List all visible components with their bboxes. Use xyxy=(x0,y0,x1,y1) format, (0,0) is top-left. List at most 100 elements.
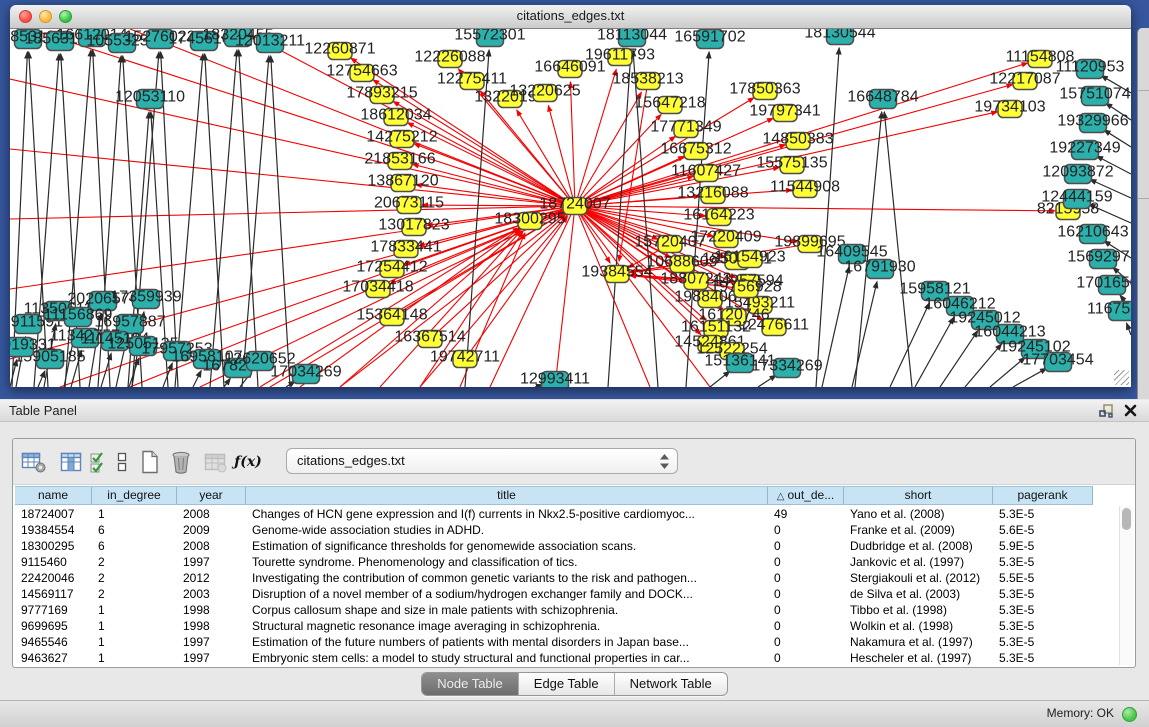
graph-node[interactable]: 15572301 xyxy=(454,29,525,47)
graph-node[interactable]: 19611793 xyxy=(585,47,655,66)
select-attributes-icon[interactable] xyxy=(86,447,112,477)
graph-node[interactable]: 13017823 xyxy=(378,217,449,236)
graph-node[interactable]: 19227349 xyxy=(1049,140,1120,160)
cell-title: Embryonic stem cells: a model to study s… xyxy=(246,650,768,666)
graph-node[interactable]: 12260871 xyxy=(304,41,375,60)
graph-node[interactable]: 11675310 xyxy=(1087,301,1131,321)
graph-node[interactable]: 17850363 xyxy=(729,81,800,100)
minimize-window-button[interactable] xyxy=(39,10,52,23)
tab-edge-table[interactable]: Edge Table xyxy=(519,673,615,695)
network-window[interactable]: citations_edges.txt 18724007122608711275… xyxy=(10,5,1131,387)
graph-node[interactable]: 15364148 xyxy=(356,307,427,326)
graph-node[interactable]: 16591702 xyxy=(674,29,745,49)
graph-node[interactable]: 13216088 xyxy=(677,185,748,204)
graph-node[interactable]: 12275411 xyxy=(437,71,507,90)
table-row[interactable]: 969969511998Structural magnetic resonanc… xyxy=(15,618,1095,634)
window-resize-grip[interactable] xyxy=(1114,370,1129,385)
graph-node[interactable]: 14850383 xyxy=(762,131,833,150)
table-scrollbar-thumb[interactable] xyxy=(1122,508,1131,530)
graph-node[interactable]: 16367514 xyxy=(394,329,465,348)
table-row[interactable]: 977716911998Corpus callosum shape and si… xyxy=(15,602,1095,618)
graph-edge xyxy=(852,282,877,387)
function-builder-icon[interactable]: ƒ(x) xyxy=(231,447,265,477)
table-row[interactable]: 1872400712008Changes of HCN gene express… xyxy=(15,506,1095,522)
network-window-titlebar[interactable]: citations_edges.txt xyxy=(10,5,1131,29)
close-panel-icon[interactable] xyxy=(1123,402,1138,418)
graph-node[interactable]: 12754663 xyxy=(326,63,397,82)
float-panel-icon[interactable] xyxy=(1098,403,1115,419)
graph-node[interactable]: 17254412 xyxy=(356,259,427,278)
table-row[interactable]: 1456911722003Disruption of a novel membe… xyxy=(15,586,1095,602)
graph-node[interactable]: 16210643 xyxy=(1057,224,1128,244)
column-header-name[interactable]: name xyxy=(15,487,92,504)
graph-node[interactable]: 17771349 xyxy=(650,119,721,138)
graph-node[interactable]: 18300295 xyxy=(494,211,565,230)
delete-table-icon[interactable] xyxy=(165,447,197,477)
graph-node[interactable]: 15575135 xyxy=(756,155,827,174)
close-window-button[interactable] xyxy=(19,10,32,23)
graph-node[interactable]: 16164223 xyxy=(683,207,754,226)
table-scrollbar[interactable] xyxy=(1119,506,1133,665)
graph-node[interactable]: 13867120 xyxy=(367,173,438,192)
graph-node[interactable]: 19742711 xyxy=(430,349,500,368)
tab-node-table[interactable]: Node Table xyxy=(422,673,519,695)
table-row[interactable]: 911546021997Tourette syndrome. Phenomeno… xyxy=(15,554,1095,570)
graph-node[interactable]: 19384554 xyxy=(581,264,652,283)
graph-node[interactable]: 18130544 xyxy=(804,29,875,45)
graph-node[interactable]: 13220625 xyxy=(509,83,580,102)
graph-node[interactable]: 12993411 xyxy=(520,371,590,388)
column-header-short[interactable]: short xyxy=(844,487,993,504)
table-row[interactable]: 1938455462009Genome-wide association stu… xyxy=(15,522,1095,538)
graph-node[interactable]: 18612034 xyxy=(360,107,431,126)
graph-node[interactable]: 20673115 xyxy=(374,195,444,214)
tab-network-table[interactable]: Network Table xyxy=(615,673,727,695)
graph-node[interactable]: 15692971 xyxy=(1067,249,1131,269)
graph-node[interactable]: 18538213 xyxy=(612,71,683,90)
svg-text:12226088: 12226088 xyxy=(414,49,485,66)
graph-node[interactable]: 15751074 xyxy=(1059,86,1130,106)
memory-status-indicator[interactable] xyxy=(1122,707,1137,722)
graph-node[interactable]: 15647218 xyxy=(634,95,705,114)
graph-node[interactable]: 12013211 xyxy=(235,33,305,53)
graph-node[interactable]: 17334269 xyxy=(751,358,822,378)
graph-node[interactable]: 19797341 xyxy=(749,103,820,122)
graph-node[interactable]: 19756928 xyxy=(710,279,781,298)
column-header-pagerank[interactable]: pagerank xyxy=(993,487,1093,504)
table-row[interactable]: 2242004622012Investigating the contribut… xyxy=(15,570,1095,586)
new-table-icon[interactable] xyxy=(135,447,165,477)
graph-node[interactable]: 17016504 xyxy=(1076,275,1131,295)
show-column-icon[interactable] xyxy=(56,447,86,477)
graph-node[interactable]: 17034418 xyxy=(342,279,413,298)
column-header-out_de[interactable]: △out_de... xyxy=(768,487,844,504)
graph-node[interactable]: 12093872 xyxy=(1042,164,1113,184)
table-row[interactable]: 946554611997Estimation of the future num… xyxy=(15,634,1095,650)
graph-node[interactable]: 16648784 xyxy=(847,89,918,109)
graph-node[interactable]: 17833441 xyxy=(370,239,441,258)
rows-icon[interactable] xyxy=(112,447,132,477)
graph-node[interactable]: 11120953 xyxy=(1056,59,1125,79)
column-header-year[interactable]: year xyxy=(177,487,246,504)
table-row[interactable]: 1830029562008Estimation of significance … xyxy=(15,538,1095,554)
graph-node[interactable]: 14275212 xyxy=(366,129,437,148)
graph-node[interactable]: 12217087 xyxy=(989,71,1060,90)
graph-node[interactable]: 19329966 xyxy=(1057,113,1128,133)
column-header-title[interactable]: title xyxy=(246,487,768,504)
graph-node[interactable]: 11607427 xyxy=(671,163,741,182)
column-header-in_degree[interactable]: in_degree xyxy=(92,487,177,504)
table-selector-dropdown[interactable]: citations_edges.txt xyxy=(286,448,678,474)
graph-node[interactable]: 16154923 xyxy=(714,249,785,268)
graph-node[interactable]: 16791930 xyxy=(844,259,915,279)
zoom-window-button[interactable] xyxy=(59,10,72,23)
graph-node[interactable]: 15720407 xyxy=(634,234,705,253)
network-canvas[interactable]: 1872400712260871127546631789321518612034… xyxy=(10,29,1131,387)
graph-node[interactable]: 11544908 xyxy=(770,179,840,198)
graph-node[interactable]: 12226088 xyxy=(414,49,485,68)
table-row[interactable]: 946362711997Embryonic stem cells: a mode… xyxy=(15,650,1095,666)
graph-node[interactable]: 21853166 xyxy=(364,151,435,170)
table-settings-icon[interactable] xyxy=(19,447,49,477)
graph-node[interactable]: 16675312 xyxy=(660,141,731,160)
graph-node[interactable]: 17703454 xyxy=(1022,352,1093,372)
graph-node[interactable]: 19734103 xyxy=(974,99,1045,118)
graph-node[interactable]: 17893215 xyxy=(346,85,417,104)
graph-node[interactable]: 18113044 xyxy=(597,29,667,47)
